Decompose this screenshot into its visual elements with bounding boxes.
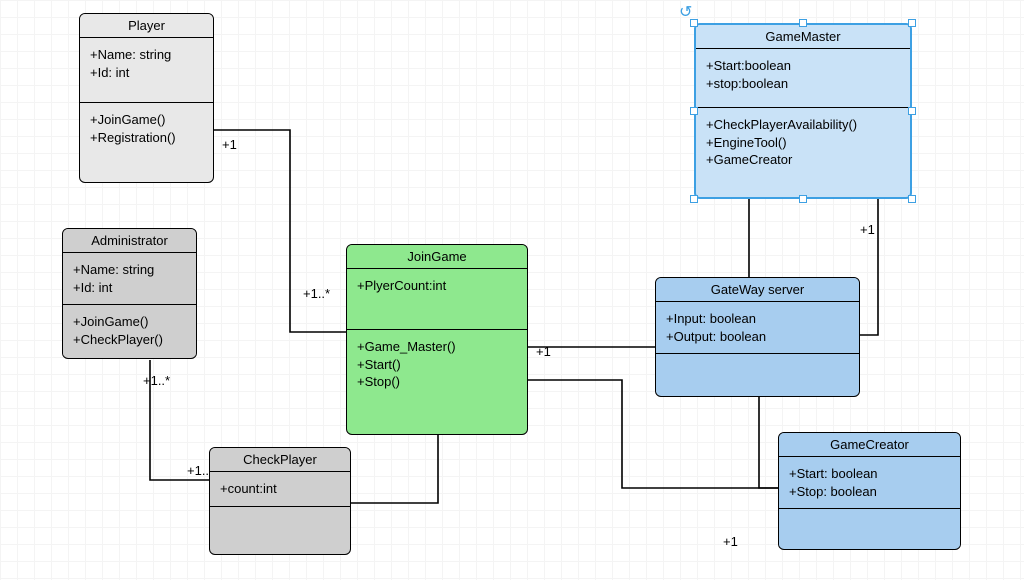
class-admin[interactable]: Administrator +Name: string +Id: int +Jo… — [62, 228, 197, 359]
class-gc-title: GameCreator — [779, 433, 960, 457]
class-check-title: CheckPlayer — [210, 448, 350, 472]
mult-player-join: +1 — [222, 137, 237, 152]
class-join-title: JoinGame — [347, 245, 527, 269]
class-joingame[interactable]: JoinGame +PlyerCount:int +Game_Master() … — [346, 244, 528, 435]
diagram-canvas[interactable]: +1 +1..* +1..* +1..* +1 +1 +1 Player +Na… — [0, 0, 1024, 580]
class-gw-attrs: +Input: boolean +Output: boolean — [656, 302, 859, 354]
class-join-ops: +Game_Master() +Start() +Stop() — [347, 330, 527, 399]
class-join-attrs: +PlyerCount:int — [347, 269, 527, 330]
resize-handle-n[interactable] — [799, 19, 807, 27]
class-gm-ops: +CheckPlayerAvailability() +EngineTool()… — [696, 108, 910, 177]
class-gamecreator[interactable]: GameCreator +Start: boolean +Stop: boole… — [778, 432, 961, 550]
resize-handle-sw[interactable] — [690, 195, 698, 203]
class-gc-attrs: +Start: boolean +Stop: boolean — [779, 457, 960, 509]
class-checkplayer[interactable]: CheckPlayer +count:int — [209, 447, 351, 555]
rotate-handle-icon[interactable]: ↺ — [679, 2, 692, 22]
mult-gm-gw: +1 — [860, 222, 875, 237]
mult-admin-check: +1..* — [143, 373, 170, 388]
mult-gc: +1 — [723, 534, 738, 549]
resize-handle-ne[interactable] — [908, 19, 916, 27]
class-gc-ops — [779, 509, 960, 547]
resize-handle-e[interactable] — [908, 107, 916, 115]
class-admin-attrs: +Name: string +Id: int — [63, 253, 196, 305]
class-gamemaster[interactable]: GameMaster +Start:boolean +stop:boolean … — [694, 23, 912, 199]
class-gw-ops — [656, 354, 859, 392]
class-gm-attrs: +Start:boolean +stop:boolean — [696, 49, 910, 108]
class-gw-title: GateWay server — [656, 278, 859, 302]
resize-handle-w[interactable] — [690, 107, 698, 115]
resize-handle-s[interactable] — [799, 195, 807, 203]
resize-handle-se[interactable] — [908, 195, 916, 203]
class-player-title: Player — [80, 14, 213, 38]
class-gm-title: GameMaster — [696, 25, 910, 49]
class-player-ops: +JoinGame() +Registration() — [80, 103, 213, 154]
class-gateway[interactable]: GateWay server +Input: boolean +Output: … — [655, 277, 860, 397]
class-check-attrs: +count:int — [210, 472, 350, 507]
mult-join-in: +1..* — [303, 286, 330, 301]
class-admin-ops: +JoinGame() +CheckPlayer() — [63, 305, 196, 356]
class-check-ops — [210, 507, 350, 549]
mult-join-gw: +1 — [536, 344, 551, 359]
class-admin-title: Administrator — [63, 229, 196, 253]
class-player[interactable]: Player +Name: string +Id: int +JoinGame(… — [79, 13, 214, 183]
class-player-attrs: +Name: string +Id: int — [80, 38, 213, 103]
